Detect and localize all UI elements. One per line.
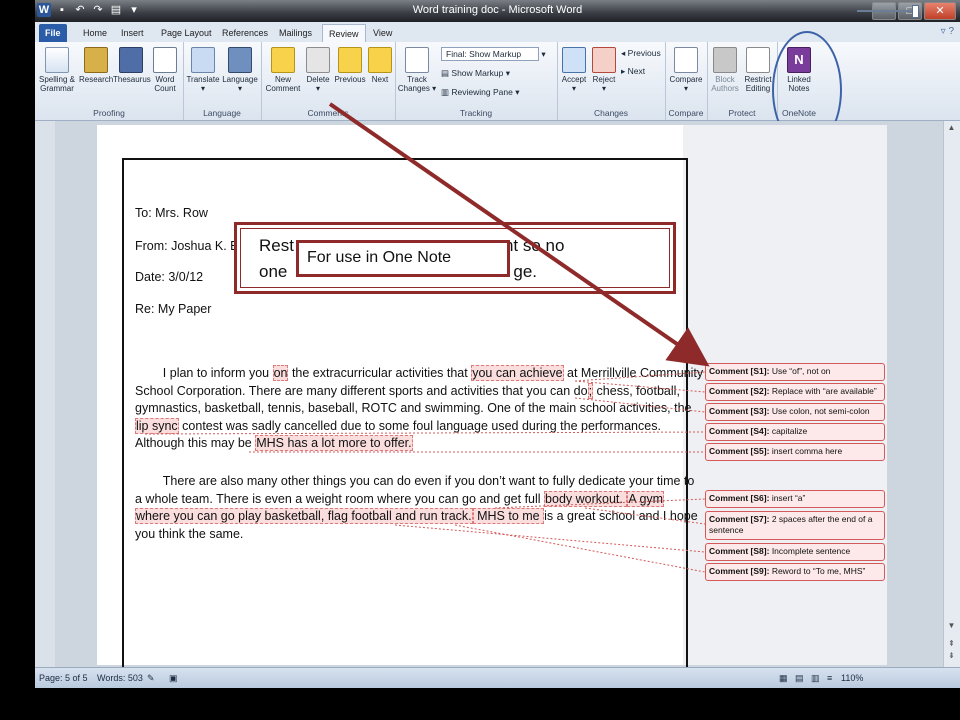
annotation-arrow [328,102,710,367]
